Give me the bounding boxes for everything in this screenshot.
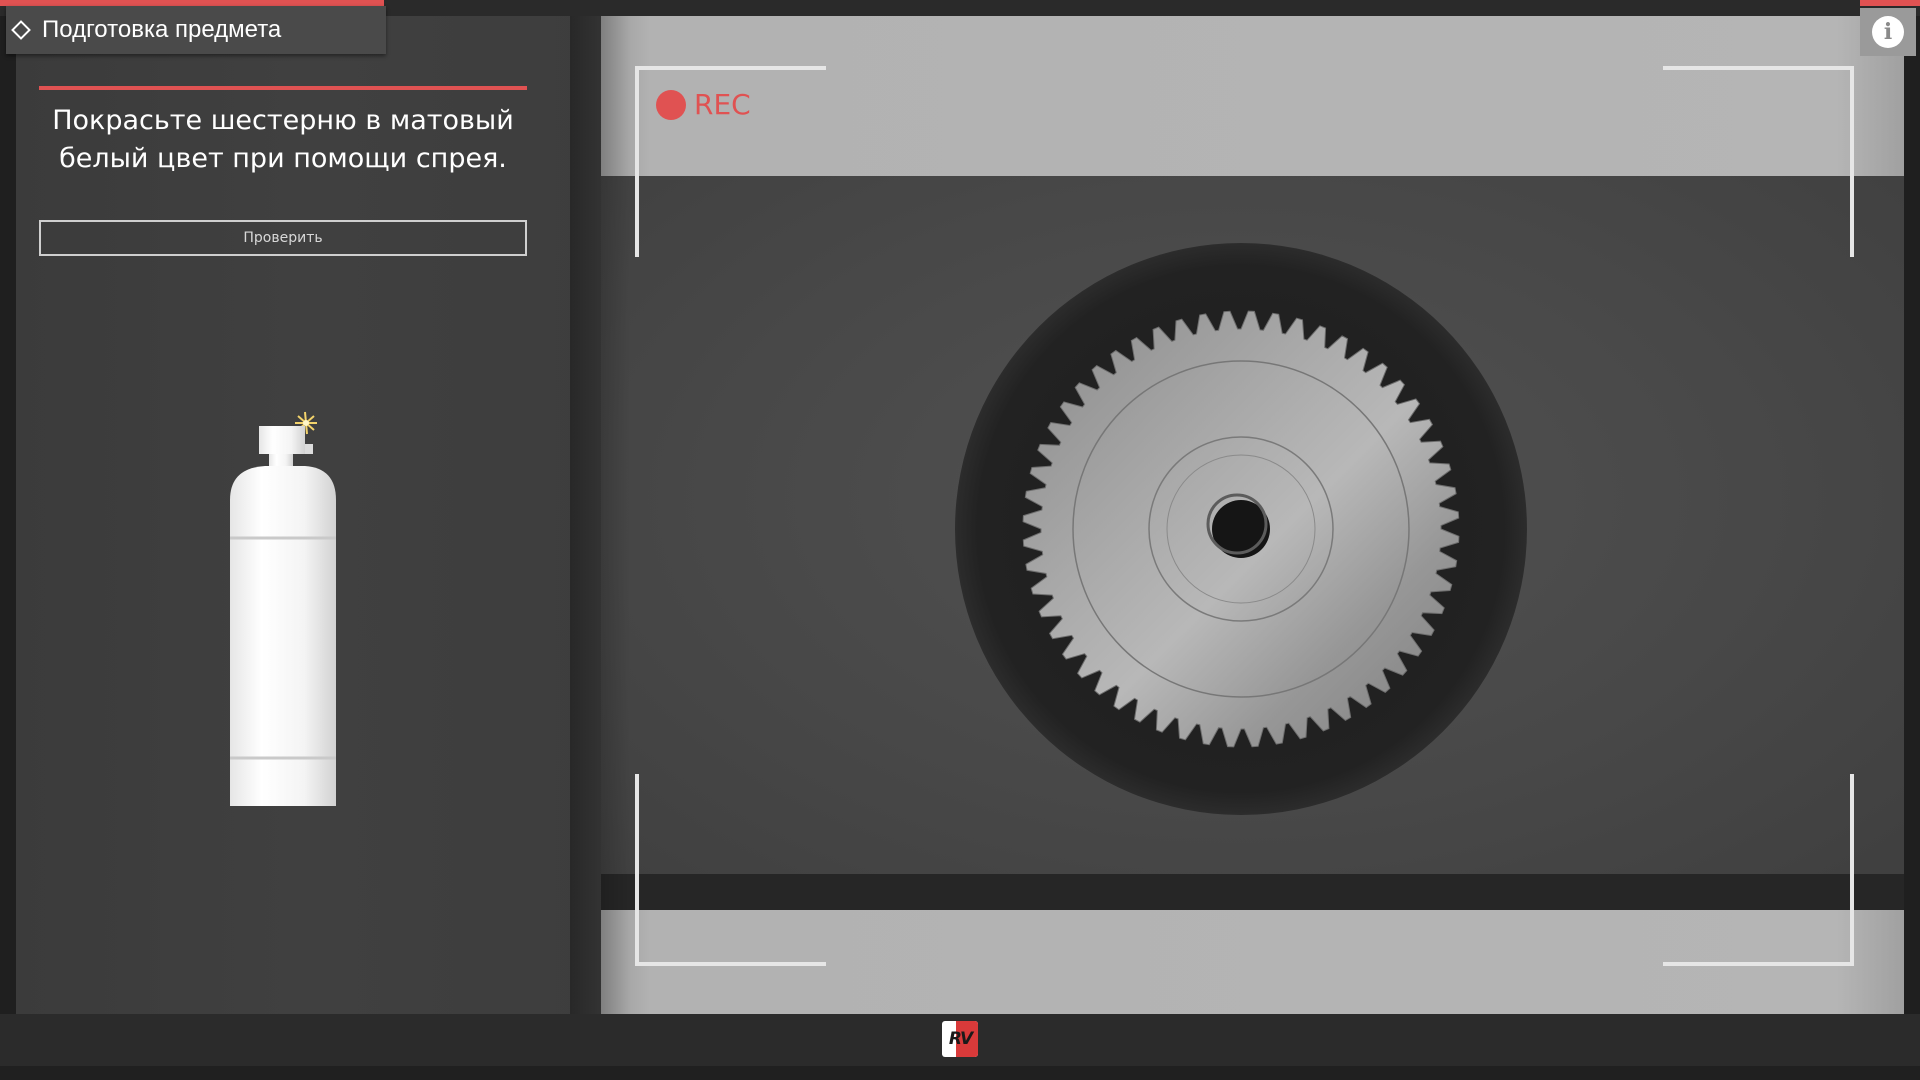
task-instruction: Покрасьте шестерню в матовый белый цвет … (52, 105, 514, 174)
app-window: REC Подготовка предмета Покрасьте шестер… (0, 0, 1920, 1080)
brand-logo-icon: RV (942, 1021, 978, 1057)
spray-can-icon[interactable] (225, 410, 345, 810)
spray-can-nozzle-tip (305, 444, 313, 454)
camera-viewport[interactable] (570, 16, 1904, 1014)
page-title: Подготовка предмета (42, 16, 282, 43)
spray-can-neck (269, 454, 293, 468)
rec-label: REC (694, 88, 751, 121)
backdrop-band-top (570, 16, 1904, 176)
check-button[interactable]: Проверить (39, 220, 527, 256)
backdrop-band-bottom (570, 910, 1904, 1014)
info-icon: i (1872, 16, 1904, 48)
title-tab: Подготовка предмета (6, 6, 386, 54)
gear-object[interactable] (954, 242, 1528, 816)
task-card: Покрасьте шестерню в матовый белый цвет … (39, 86, 527, 178)
spray-can-body (230, 466, 336, 806)
backdrop-table-edge (570, 874, 1904, 910)
info-button[interactable]: i (1860, 8, 1916, 56)
rec-dot-icon (656, 89, 686, 120)
rec-indicator: REC (656, 88, 751, 121)
bottom-edge (0, 1066, 1920, 1080)
spray-can-nozzle (259, 426, 305, 454)
logo-text: RV (948, 1029, 973, 1049)
diamond-outline-icon (11, 20, 31, 40)
top-accent-line-right (1860, 0, 1920, 6)
task-accent-line (39, 86, 527, 90)
